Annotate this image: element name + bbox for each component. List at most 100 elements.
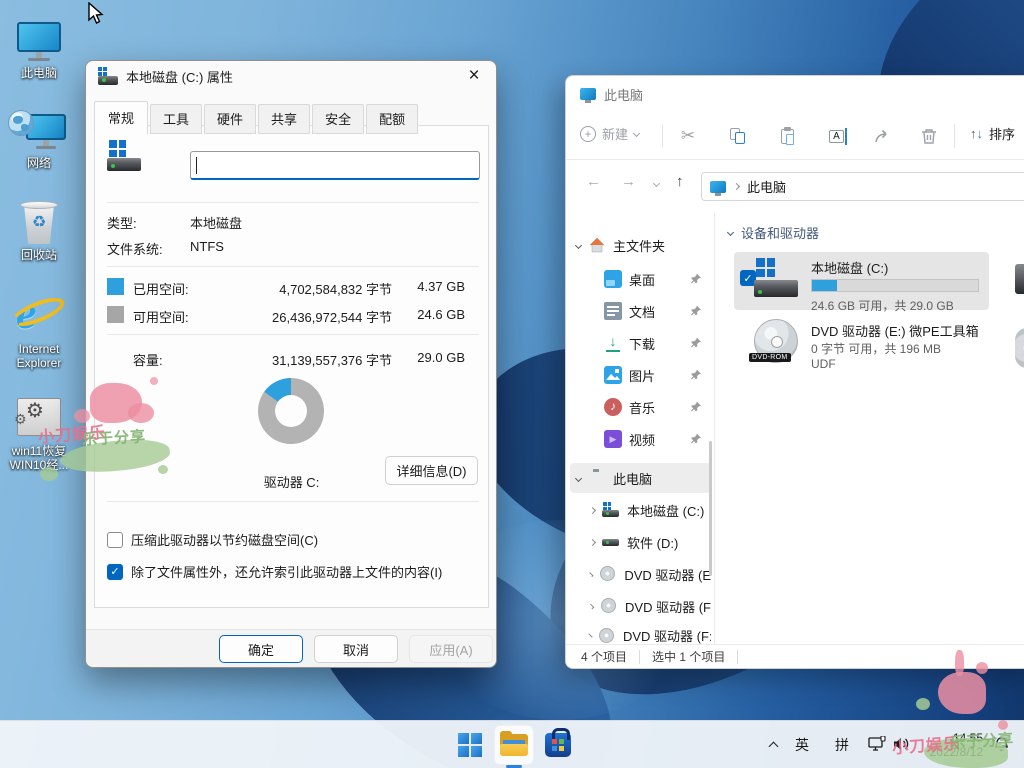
- desktop-icon-win11-restore[interactable]: ⚙ ⚙ win11恢复 WIN10经...: [6, 396, 72, 472]
- tab-quota[interactable]: 配额: [366, 104, 418, 134]
- dialog-title: 本地磁盘 (C:) 属性: [126, 67, 233, 86]
- tray-expand-icon[interactable]: [769, 742, 779, 752]
- devices-section-header[interactable]: 设备和驱动器: [728, 223, 819, 242]
- free-space-size: 24.6 GB: [399, 307, 465, 322]
- sidebar-item-drive-d[interactable]: 软件 (D:): [570, 527, 711, 557]
- type-label: 类型:: [107, 213, 137, 232]
- videos-icon: ▶: [604, 430, 622, 448]
- sidebar-item-downloads[interactable]: ↓ 下载: [570, 328, 711, 358]
- up-icon[interactable]: ↑: [676, 173, 684, 190]
- sidebar-item-music[interactable]: ♪ 音乐: [570, 392, 711, 422]
- tab-sharing[interactable]: 共享: [258, 104, 310, 134]
- start-button[interactable]: [450, 725, 490, 765]
- paste-icon[interactable]: [776, 124, 800, 148]
- new-button[interactable]: + 新建: [580, 124, 639, 143]
- sort-arrows-icon: ↑↓: [970, 126, 983, 141]
- used-space-swatch: [107, 278, 124, 295]
- used-space-size: 4.37 GB: [399, 279, 465, 294]
- sidebar-item-dvd-f2[interactable]: DVD 驱动器 (F:): [570, 624, 711, 646]
- index-checkbox[interactable]: ✓: [107, 564, 123, 580]
- desktop: 此电脑 网络 ♻ 回收站 e Internet Explorer ⚙ ⚙ win: [0, 0, 1024, 768]
- cut-icon[interactable]: ✂: [676, 124, 700, 148]
- pin-icon: [690, 273, 702, 285]
- sidebar-item-local-disk-c[interactable]: 本地磁盘 (C:): [570, 495, 711, 525]
- clock[interactable]: 14:55 2022/8/12: [913, 731, 983, 759]
- ok-button[interactable]: 确定: [219, 635, 303, 663]
- explorer-statusbar: 4 个项目 选中 1 个项目: [566, 644, 1024, 668]
- mouse-cursor: [86, 2, 108, 26]
- breadcrumb: 此电脑: [747, 177, 786, 196]
- history-chevron-icon[interactable]: [653, 180, 660, 187]
- forward-icon[interactable]: →: [621, 173, 636, 190]
- share-icon[interactable]: [871, 124, 895, 148]
- drive-c-name: 本地磁盘 (C:): [811, 258, 888, 277]
- sort-button[interactable]: ↑↓ 排序: [970, 124, 1015, 143]
- sidebar-item-pictures[interactable]: 图片: [570, 360, 711, 390]
- sidebar-item-desktop[interactable]: 桌面: [570, 264, 711, 294]
- address-bar[interactable]: 此电脑: [701, 172, 1024, 201]
- back-icon[interactable]: ←: [586, 173, 601, 190]
- desktop-icon-this-pc[interactable]: 此电脑: [6, 18, 72, 80]
- tab-tools[interactable]: 工具: [150, 104, 202, 134]
- item-count: 4 个项目: [581, 648, 627, 665]
- sidebar-scrollbar[interactable]: [709, 441, 712, 576]
- ie-icon: e: [6, 290, 72, 340]
- sidebar-item-videos[interactable]: ▶ 视频: [570, 424, 711, 454]
- delete-icon[interactable]: [917, 124, 941, 148]
- tab-general[interactable]: 常规: [94, 101, 148, 135]
- sidebar-item-dvd-e[interactable]: DVD 驱动器 (E: [570, 559, 711, 589]
- sidebar-item-documents[interactable]: 文档: [570, 296, 711, 326]
- cancel-button[interactable]: 取消: [314, 635, 398, 663]
- desktop-icon-internet-explorer[interactable]: e Internet Explorer: [6, 290, 72, 370]
- details-button[interactable]: 详细信息(D): [385, 456, 478, 485]
- dvd-icon: [599, 565, 617, 583]
- desktop-icon-network[interactable]: 网络: [6, 108, 72, 170]
- volume-icon[interactable]: [893, 736, 911, 757]
- windows-logo-icon: [458, 733, 482, 757]
- explorer-titlebar: 此电脑: [566, 76, 643, 112]
- tray-date: 2022/8/12: [913, 745, 983, 759]
- documents-icon: [604, 302, 622, 320]
- taskbar-file-explorer[interactable]: [494, 725, 534, 765]
- close-icon[interactable]: ×: [452, 61, 496, 91]
- disk-usage-donut-chart: [258, 378, 324, 444]
- capacity-bytes: 31,139,557,376 字节: [232, 350, 392, 369]
- compress-checkbox[interactable]: ✓: [107, 532, 123, 548]
- notification-bell-icon[interactable]: z: [992, 735, 1011, 759]
- store-icon: [545, 733, 571, 757]
- apply-button[interactable]: 应用(A): [409, 635, 493, 663]
- filesystem-value: NTFS: [190, 239, 224, 254]
- compress-checkbox-label: 压缩此驱动器以节约磁盘空间(C): [131, 530, 318, 549]
- copy-icon[interactable]: [726, 124, 750, 148]
- desktop-icon-label: 回收站: [6, 248, 72, 262]
- ime-mode[interactable]: 拼: [835, 735, 849, 755]
- free-space-label: 可用空间:: [133, 307, 189, 326]
- drive-c-usage-bar: [811, 279, 979, 292]
- tray-time: 14:55: [913, 731, 983, 745]
- plus-circle-icon: +: [580, 126, 596, 142]
- tab-hardware[interactable]: 硬件: [204, 104, 256, 134]
- volume-label-input[interactable]: [190, 151, 480, 180]
- properties-dialog: 本地磁盘 (C:) 属性 × 常规 工具 硬件 共享 安全 配额 类型: 本地磁…: [85, 60, 497, 668]
- tab-security[interactable]: 安全: [312, 104, 364, 134]
- drive-c-info: 24.6 GB 可用，共 29.0 GB: [811, 297, 954, 314]
- used-space-bytes: 4,702,584,832 字节: [232, 279, 392, 298]
- drive-icon: [98, 67, 118, 85]
- rename-icon[interactable]: A: [826, 124, 850, 148]
- sidebar-item-this-pc[interactable]: 此电脑: [570, 463, 711, 493]
- desktop-icon-label: 网络: [6, 156, 72, 170]
- desktop-icon-recycle-bin[interactable]: ♻ 回收站: [6, 200, 72, 262]
- selected-count: 选中 1 个项目: [652, 648, 725, 665]
- desktop-icon-label: win11恢复 WIN10经...: [6, 444, 72, 472]
- taskbar-store[interactable]: [538, 725, 578, 765]
- partial-disc-icon: [1015, 328, 1024, 368]
- drive-icon: [602, 501, 620, 519]
- sidebar-item-dvd-f[interactable]: DVD 驱动器 (F: [570, 591, 711, 621]
- recycle-bin-icon: ♻: [6, 200, 72, 246]
- desktop-icon-label: Internet Explorer: [6, 342, 72, 370]
- home-icon: [588, 236, 606, 254]
- sidebar-item-home[interactable]: 主文件夹: [570, 230, 711, 260]
- network-icon[interactable]: [868, 736, 886, 758]
- ime-language[interactable]: 英: [795, 735, 809, 755]
- music-icon: ♪: [604, 398, 622, 416]
